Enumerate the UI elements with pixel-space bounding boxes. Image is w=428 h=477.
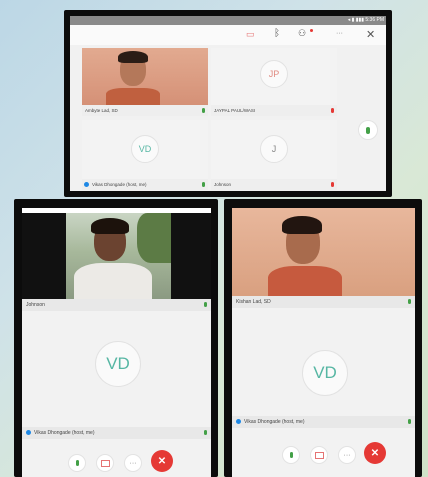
camera-off-icon bbox=[314, 451, 324, 459]
participant-tile-2[interactable]: JP JAYPAL PAUL/WASI bbox=[211, 48, 337, 116]
self-caption: Vikas Dhongade (host, me) bbox=[232, 416, 415, 428]
camera-button[interactable] bbox=[96, 454, 114, 472]
more-button[interactable]: ··· bbox=[124, 454, 142, 472]
participant-tile-3[interactable]: VD Vikas Dhongade (host, me) bbox=[82, 120, 208, 190]
mic-icon bbox=[366, 126, 370, 134]
participant-avatar-4: J bbox=[260, 135, 288, 163]
video-caption: Kishan Lad, SD bbox=[232, 296, 415, 308]
shirt bbox=[106, 88, 160, 105]
video-caption: Johnson bbox=[22, 299, 211, 311]
video-participant-name: Kishan Lad, SD bbox=[236, 299, 271, 305]
participant-tile-1[interactable]: Ambyte Lad, SD bbox=[82, 48, 208, 116]
mic-muted-icon bbox=[331, 108, 334, 113]
side-mic-button[interactable] bbox=[358, 120, 378, 140]
close-button[interactable]: ✕ bbox=[366, 28, 375, 41]
right-phone-frame: Kishan Lad, SD VD Vikas Dhongade (host, … bbox=[224, 199, 422, 477]
self-indicator-icon bbox=[236, 419, 241, 424]
shirt bbox=[268, 266, 342, 296]
status-signal: ◂ ▮ ▮▮▮ bbox=[347, 17, 364, 23]
left-call-screen: Johnson VD Vikas Dhongade (host, me) ···… bbox=[22, 208, 211, 477]
hair bbox=[282, 216, 322, 234]
self-avatar: VD bbox=[95, 341, 141, 387]
self-avatar: VD bbox=[302, 350, 348, 396]
self-indicator-icon bbox=[26, 430, 31, 435]
participant-name-4: Johnson bbox=[211, 179, 337, 190]
mic-button[interactable] bbox=[68, 454, 86, 472]
people-icon[interactable]: ⚇ bbox=[298, 28, 306, 39]
mic-muted-icon bbox=[331, 182, 334, 187]
video-feed bbox=[66, 213, 171, 299]
self-tile[interactable]: VD bbox=[22, 311, 211, 427]
bluetooth-icon[interactable]: ᛒ bbox=[274, 28, 280, 39]
mic-on-icon bbox=[408, 419, 411, 424]
more-button[interactable]: ··· bbox=[336, 30, 343, 37]
participant-name-3: Vikas Dhongade (host, me) bbox=[82, 179, 208, 190]
mic-on-icon bbox=[202, 182, 205, 187]
hair bbox=[118, 51, 148, 63]
self-name: Vikas Dhongade (host, me) bbox=[34, 430, 95, 436]
hair bbox=[91, 218, 129, 234]
tree-foliage bbox=[137, 213, 171, 263]
camera-off-icon[interactable]: ▭ bbox=[246, 29, 255, 40]
top-call-screen: ◂ ▮ ▮▮▮ 5:36 PM ▭ ᛒ ⚇ ··· ✕ Ambyte Lad, … bbox=[70, 16, 386, 191]
top-toolbar: ▭ ᛒ ⚇ ··· ✕ bbox=[70, 25, 386, 45]
participant-tile-4[interactable]: J Johnson bbox=[211, 120, 337, 190]
main-video-tile[interactable] bbox=[232, 208, 415, 296]
participant-avatar-2: JP bbox=[260, 60, 288, 88]
mic-icon bbox=[289, 452, 293, 458]
end-call-button[interactable]: ✕ bbox=[364, 442, 386, 464]
mic-on-icon bbox=[204, 302, 207, 307]
participant-name-1: Ambyte Lad, SD bbox=[82, 105, 208, 116]
more-button[interactable]: ··· bbox=[338, 446, 356, 464]
white-shirt bbox=[74, 263, 152, 299]
camera-off-icon bbox=[100, 459, 110, 467]
self-tile[interactable]: VD bbox=[232, 308, 415, 418]
self-name: Vikas Dhongade (host, me) bbox=[244, 419, 305, 425]
status-time: 5:36 PM bbox=[365, 17, 384, 23]
mic-on-icon bbox=[408, 299, 411, 304]
main-video-tile[interactable] bbox=[22, 213, 211, 299]
mic-on-icon bbox=[202, 108, 205, 113]
video-participant-name: Johnson bbox=[26, 302, 45, 308]
notification-dot bbox=[310, 29, 313, 32]
self-caption: Vikas Dhongade (host, me) bbox=[22, 427, 211, 439]
participant-video-1 bbox=[82, 48, 208, 105]
participant-avatar-3: VD bbox=[131, 135, 159, 163]
mic-button[interactable] bbox=[282, 446, 300, 464]
camera-button[interactable] bbox=[310, 446, 328, 464]
left-phone-frame: Johnson VD Vikas Dhongade (host, me) ···… bbox=[14, 199, 218, 477]
status-bar: ◂ ▮ ▮▮▮ 5:36 PM bbox=[70, 16, 386, 25]
top-phone-frame: ◂ ▮ ▮▮▮ 5:36 PM ▭ ᛒ ⚇ ··· ✕ Ambyte Lad, … bbox=[64, 10, 392, 197]
mic-on-icon bbox=[204, 430, 207, 435]
mic-icon bbox=[75, 460, 79, 466]
participant-name-2: JAYPAL PAUL/WASI bbox=[211, 105, 337, 116]
end-call-button[interactable]: ✕ bbox=[151, 450, 173, 472]
self-indicator-icon bbox=[84, 182, 89, 187]
right-call-screen: Kishan Lad, SD VD Vikas Dhongade (host, … bbox=[232, 208, 415, 477]
